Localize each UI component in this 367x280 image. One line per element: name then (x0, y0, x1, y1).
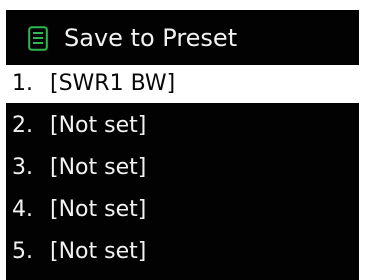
preset-item-3[interactable]: 3. [Not set] (6, 148, 359, 188)
preset-number: 2. (12, 113, 33, 138)
preset-label: [Not set] (50, 239, 147, 264)
preset-item-1[interactable]: 1. [SWR1 BW] (6, 65, 359, 103)
display-screen: Save to Preset 1. [SWR1 BW] 2. [Not set]… (6, 10, 359, 280)
preset-item-4[interactable]: 4. [Not set] (6, 190, 359, 230)
list-menu-icon (28, 26, 48, 51)
preset-item-2[interactable]: 2. [Not set] (6, 106, 359, 146)
page-title: Save to Preset (64, 24, 238, 52)
preset-label: [SWR1 BW] (50, 71, 176, 96)
preset-number: 5. (12, 239, 33, 264)
header: Save to Preset (6, 10, 359, 64)
preset-label: [Not set] (50, 113, 147, 138)
preset-number: 1. (12, 71, 33, 96)
preset-label: [Not set] (50, 197, 147, 222)
preset-item-5[interactable]: 5. [Not set] (6, 232, 359, 272)
preset-number: 4. (12, 197, 33, 222)
preset-label: [Not set] (50, 155, 147, 180)
preset-number: 3. (12, 155, 33, 180)
